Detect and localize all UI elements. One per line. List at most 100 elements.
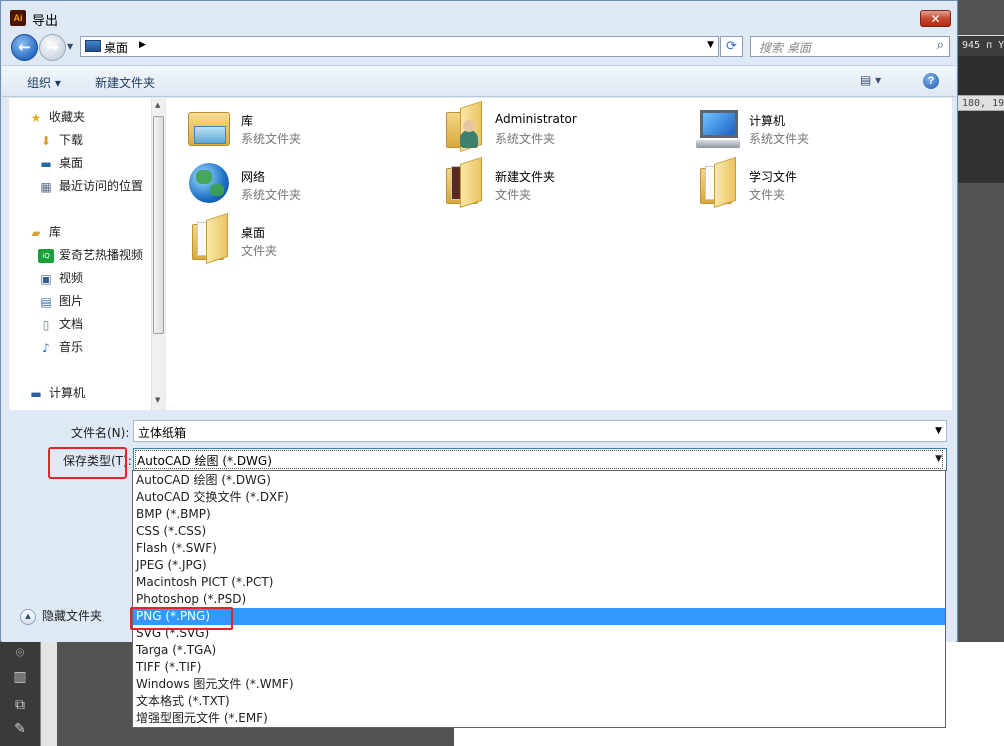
star-icon: ★ [30,110,42,125]
downloads-folder-icon: ⬇ [40,133,52,148]
user-folder-icon [440,100,488,152]
option-svg[interactable]: SVG (*.SVG) [133,625,945,642]
file-item-study-files[interactable]: 学习文件 文件夹 [694,156,924,212]
sidebar-item-downloads[interactable]: ⬇ 下载 [38,131,83,149]
option-bmp[interactable]: BMP (*.BMP) [133,506,945,523]
file-name: 新建文件夹 [495,170,556,184]
folder-icon [694,156,742,208]
sidebar-item-computer[interactable]: ▬ 计算机 [28,384,85,402]
hide-folders-button[interactable]: ▲ 隐藏文件夹 [20,607,102,625]
navigation-pane: ★ 收藏夹 ⬇ 下载 ▬ 桌面 ▦ 最近访问的位置 ▰ 库 iQ 爱奇艺热播视频 ▣ 视频 ▤… [9,98,163,410]
bg-panel [958,111,1004,183]
collapse-chevron-icon: ▲ [20,608,36,625]
network-globe-icon [186,160,234,208]
symbol-sprayer-tool-icon[interactable]: ⌾ [10,644,30,662]
artboard-tool-icon[interactable]: ⧉ [10,696,30,714]
sidebar-item-documents[interactable]: ▯ 文档 [38,315,83,333]
library-icon: ▰ [31,225,41,240]
file-name: 计算机 [749,114,786,128]
file-item-desktop[interactable]: 桌面 文件夹 [186,212,416,268]
savetype-select[interactable]: AutoCAD 绘图 (*.DWG) ▼ [133,448,947,471]
file-item-new-folder[interactable]: 新建文件夹 文件夹 [440,156,670,212]
forward-button[interactable]: → [39,34,66,61]
sidebar-item-label: 视频 [59,271,84,285]
refresh-button[interactable]: ⟳ [720,36,743,57]
folder-icon [440,156,488,208]
navigation-scrollbar[interactable]: ▲ ▼ [151,98,165,410]
sidebar-item-favorites[interactable]: ★ 收藏夹 [28,108,85,126]
option-css[interactable]: CSS (*.CSS) [133,523,945,540]
sidebar-item-videos[interactable]: ▣ 视频 [38,269,83,287]
option-wmf[interactable]: Windows 图元文件 (*.WMF) [133,676,945,693]
filename-dropdown-icon[interactable]: ▼ [935,426,942,436]
help-icon[interactable]: ? [923,73,939,89]
option-txt[interactable]: 文本格式 (*.TXT) [133,693,945,710]
command-bar: 组织 ▾ 新建文件夹 ▤ ▾ ? [2,65,956,97]
option-emf[interactable]: 增强型图元文件 (*.EMF) [133,710,945,727]
sidebar-item-label: 桌面 [59,156,84,170]
scroll-down-icon[interactable]: ▼ [155,396,160,404]
address-bar[interactable]: 桌面 ▶ ▼ [80,36,719,57]
desktop-icon: ▬ [40,156,52,171]
column-graph-tool-icon[interactable]: ▥ [10,668,30,686]
option-psd[interactable]: Photoshop (*.PSD) [133,591,945,608]
savetype-options-list: AutoCAD 绘图 (*.DWG) AutoCAD 交换文件 (*.DXF) … [132,470,946,728]
music-icon: ♪ [42,340,50,355]
file-item-computer[interactable]: 计算机 系统文件夹 [694,104,924,156]
file-list-pane: 库 系统文件夹 Administrator 系统文件夹 计算机 系统文件夹 网络… [166,98,952,410]
sidebar-item-music[interactable]: ♪ 音乐 [38,338,83,356]
address-location[interactable]: 桌面 [104,39,128,56]
file-name: 库 [241,114,254,128]
new-folder-button[interactable]: 新建文件夹 [95,74,155,91]
illustrator-app-icon: Ai [10,10,26,26]
title-bar: Ai 导出 ✕ [1,1,957,33]
sidebar-item-libraries[interactable]: ▰ 库 [28,223,61,241]
option-jpg[interactable]: JPEG (*.JPG) [133,557,945,574]
option-pct[interactable]: Macintosh PICT (*.PCT) [133,574,945,591]
file-item-network[interactable]: 网络 系统文件夹 [186,160,416,212]
scrollbar-thumb[interactable] [153,116,164,334]
file-item-libraries[interactable]: 库 系统文件夹 [186,104,416,156]
recent-locations-dropdown-icon[interactable]: ▼ [67,41,77,53]
option-dwg[interactable]: AutoCAD 绘图 (*.DWG) [133,472,945,489]
option-tif[interactable]: TIFF (*.TIF) [133,659,945,676]
slice-tool-icon[interactable]: ✎ [10,720,30,738]
file-name: Administrator [495,112,577,126]
search-input[interactable]: 搜索 桌面 ⌕ [750,36,950,57]
change-view-button[interactable]: ▤ ▾ [860,73,881,87]
sidebar-item-recent[interactable]: ▦ 最近访问的位置 [38,177,143,195]
file-type: 系统文件夹 [241,188,302,202]
address-dropdown-icon[interactable]: ▼ [707,40,714,50]
option-dxf[interactable]: AutoCAD 交换文件 (*.DXF) [133,489,945,506]
file-name: 网络 [241,170,266,184]
computer-icon [694,104,742,152]
hide-folders-label: 隐藏文件夹 [42,609,103,623]
savetype-value: AutoCAD 绘图 (*.DWG) [137,454,272,468]
savetype-dropdown-icon[interactable]: ▼ [935,454,942,464]
close-button[interactable]: ✕ [920,10,951,27]
back-button[interactable]: ← [11,34,38,61]
file-type: 系统文件夹 [241,132,302,146]
filename-input[interactable]: 立体纸箱 ▼ [133,420,947,442]
scroll-up-icon[interactable]: ▲ [155,101,160,109]
option-png[interactable]: PNG (*.PNG) [133,608,945,625]
search-icon[interactable]: ⌕ [937,38,944,53]
organize-button[interactable]: 组织 ▾ [27,74,61,91]
bg-tools-panel: ⌾ ▥ ⧉ ✎ [0,642,40,746]
sidebar-item-label: 计算机 [49,386,86,400]
file-type: 系统文件夹 [749,132,810,146]
sidebar-item-iqiyi[interactable]: iQ 爱奇艺热播视频 [38,246,143,264]
option-tga[interactable]: Targa (*.TGA) [133,642,945,659]
bg-coordinate-field[interactable]: 945 п Y [958,36,1004,56]
sidebar-item-desktop[interactable]: ▬ 桌面 [38,154,83,172]
recent-places-icon: ▦ [40,179,52,194]
png-option-highlight [130,607,233,630]
sidebar-item-label: 最近访问的位置 [59,179,144,193]
filename-label: 文件名(N): [71,426,130,440]
option-swf[interactable]: Flash (*.SWF) [133,540,945,557]
breadcrumb-arrow-icon[interactable]: ▶ [139,40,146,50]
file-item-administrator[interactable]: Administrator 系统文件夹 [440,100,670,156]
sidebar-item-label: 爱奇艺热播视频 [59,248,144,262]
sidebar-item-pictures[interactable]: ▤ 图片 [38,292,83,310]
file-name: 学习文件 [749,170,798,184]
